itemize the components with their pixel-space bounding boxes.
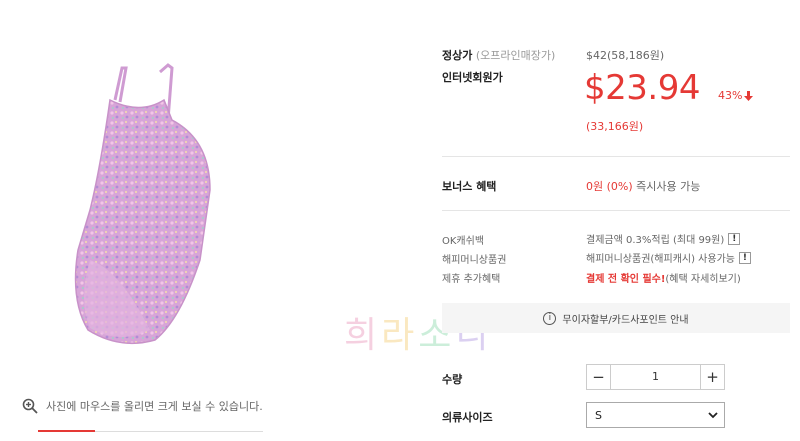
info-exclaim-icon[interactable]: ! — [738, 251, 751, 264]
benefit-value-partner[interactable]: 결제 전 확인 필수! (혜택 자세히보기) — [586, 270, 741, 285]
product-image[interactable] — [60, 60, 260, 360]
benefit-label-okcashbag: OK캐쉬백 — [442, 236, 485, 247]
benefit-label-partner: 제휴 추가혜택 — [442, 274, 501, 285]
zoom-hint-text: 사진에 마우스를 올리면 크게 보실 수 있습니다. — [46, 400, 263, 413]
quantity-stepper: − 1 + — [586, 364, 725, 390]
quantity-decrease-button[interactable]: − — [587, 365, 611, 389]
quantity-input[interactable]: 1 — [611, 365, 700, 389]
divider — [442, 156, 790, 157]
info-exclaim-icon[interactable]: ! — [728, 232, 741, 245]
normal-price-value: $42(58,186원) — [586, 49, 665, 62]
divider — [442, 210, 790, 211]
benefit-value-happymoney: 해피머니상품권(해피캐시) 사용가능! — [586, 250, 751, 265]
normal-price-label: 정상가 (오프라인매장가) — [442, 49, 556, 62]
chevron-down-icon — [708, 411, 718, 418]
zoom-in-icon — [22, 398, 38, 414]
discount-rate: 43% — [718, 89, 754, 102]
bonus-value: 0원 (0%) 즉시사용 가능 — [586, 180, 701, 193]
quantity-increase-button[interactable]: + — [700, 365, 724, 389]
info-icon: i — [543, 311, 557, 325]
member-price-value: $23.94 — [584, 68, 700, 108]
member-price-label: 인터넷회원가 — [442, 71, 503, 84]
installment-info-button[interactable]: i 무이자할부/카드사포인트 안내 — [442, 303, 790, 333]
size-select[interactable]: S — [586, 402, 725, 428]
size-selected-value: S — [595, 408, 602, 422]
benefit-value-okcashbag: 결제금액 0.3%적립 (최대 99원)! — [586, 231, 741, 246]
installment-info-text: 무이자할부/카드사포인트 안내 — [562, 314, 689, 326]
member-price-won: (33,166원) — [586, 120, 644, 133]
benefit-label-happymoney: 해피머니상품권 — [442, 255, 507, 266]
image-divider — [38, 430, 263, 432]
size-label: 의류사이즈 — [442, 411, 493, 424]
quantity-label: 수량 — [442, 373, 463, 386]
arrow-down-icon — [744, 90, 754, 101]
bonus-label: 보너스 혜택 — [442, 180, 497, 193]
zoom-hint: 사진에 마우스를 올리면 크게 보실 수 있습니다. — [22, 398, 263, 414]
